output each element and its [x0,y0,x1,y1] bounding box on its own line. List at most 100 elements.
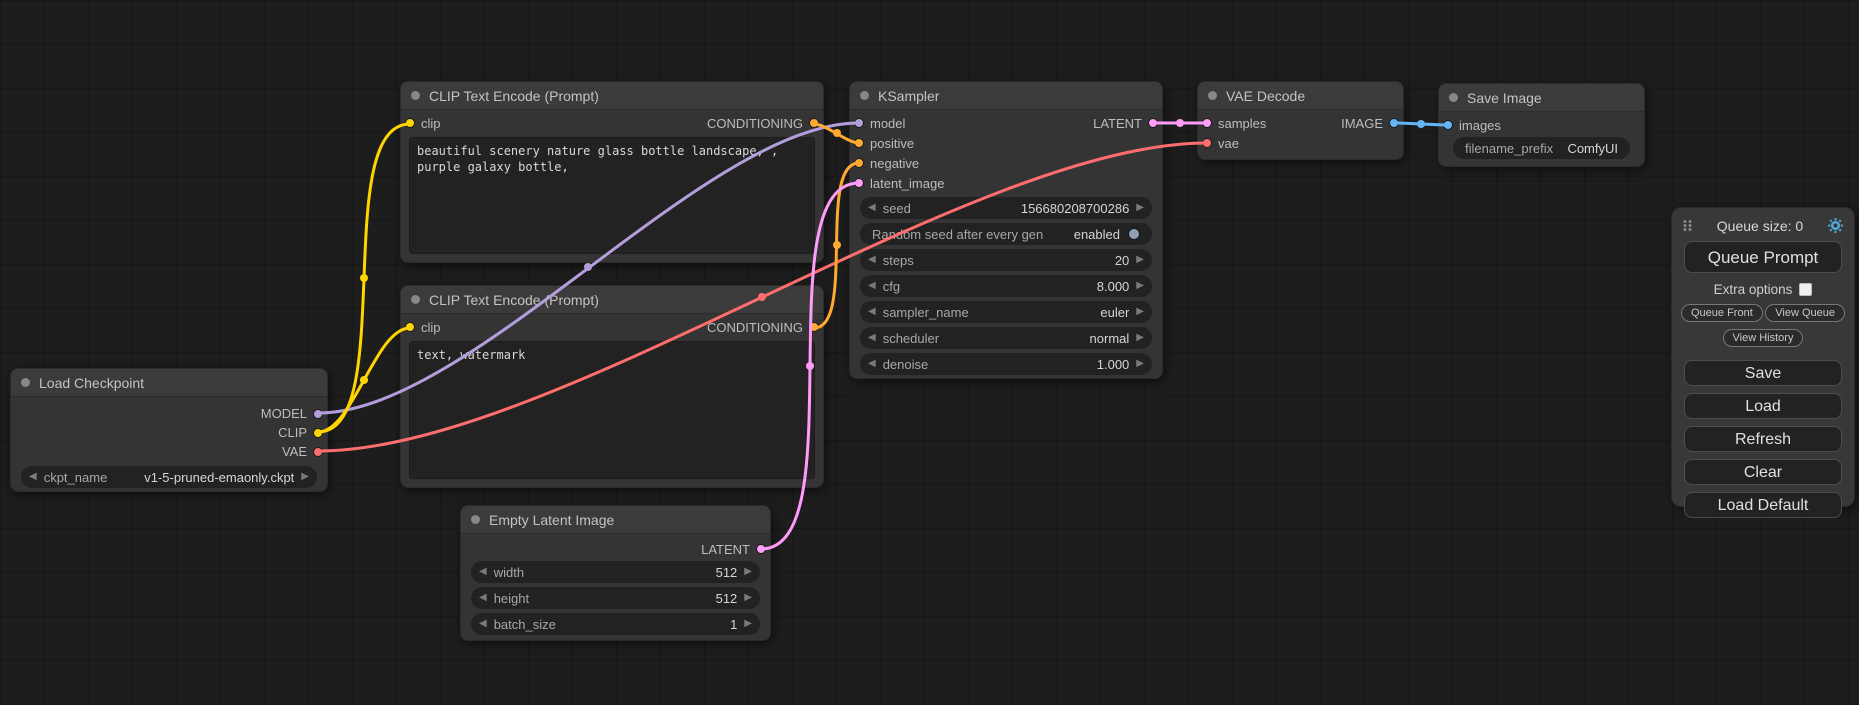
drag-handle-icon[interactable] [1682,218,1693,233]
collapse-dot-icon[interactable] [411,91,420,100]
refresh-button[interactable]: Refresh [1684,426,1842,452]
decrement-arrow-icon[interactable]: ◀ [868,255,876,265]
widget-filename-prefix[interactable]: filename_prefix ComfyUI [1453,137,1630,159]
widget-width[interactable]: ◀ width 512 ▶ [471,561,760,583]
input-slot-vae[interactable]: vae [1202,136,1239,151]
model-port-icon[interactable] [313,409,323,419]
collapse-dot-icon[interactable] [21,378,30,387]
load-default-button[interactable]: Load Default [1684,492,1842,518]
output-slot-conditioning[interactable]: CONDITIONING [707,320,819,335]
decrement-arrow-icon[interactable]: ◀ [29,472,37,482]
node-header[interactable]: KSampler [850,82,1162,110]
collapse-dot-icon[interactable] [1208,91,1217,100]
decrement-arrow-icon[interactable]: ◀ [479,567,487,577]
widget-scheduler[interactable]: ◀ scheduler normal ▶ [860,327,1152,349]
image-port-icon[interactable] [1443,120,1453,130]
decrement-arrow-icon[interactable]: ◀ [868,307,876,317]
increment-arrow-icon[interactable]: ▶ [1136,359,1144,369]
node-header[interactable]: CLIP Text Encode (Prompt) [401,82,823,110]
node-header[interactable]: Save Image [1439,84,1644,112]
latent-port-icon[interactable] [756,544,766,554]
node-clip-text-encode-negative[interactable]: CLIP Text Encode (Prompt) clip CONDITION… [400,285,824,488]
view-history-button[interactable]: View History [1723,329,1804,347]
clear-button[interactable]: Clear [1684,459,1842,485]
queue-prompt-button[interactable]: Queue Prompt [1684,241,1842,273]
queue-front-button[interactable]: Queue Front [1681,304,1763,322]
widget-sampler-name[interactable]: ◀ sampler_name euler ▶ [860,301,1152,323]
input-slot-positive[interactable]: positive [854,136,914,151]
decrement-arrow-icon[interactable]: ◀ [479,593,487,603]
clip-port-icon[interactable] [313,428,323,438]
conditioning-port-icon[interactable] [854,158,864,168]
clip-port-icon[interactable] [405,118,415,128]
increment-arrow-icon[interactable]: ▶ [1136,255,1144,265]
node-header[interactable]: CLIP Text Encode (Prompt) [401,286,823,314]
settings-gear-icon[interactable] [1827,217,1844,234]
conditioning-port-icon[interactable] [809,322,819,332]
widget-random-seed-toggle[interactable]: Random seed after every gen enabled [860,223,1152,245]
view-queue-button[interactable]: View Queue [1765,304,1845,322]
input-slot-clip[interactable]: clip [405,320,441,335]
toggle-dot-icon[interactable] [1128,228,1140,240]
latent-port-icon[interactable] [854,178,864,188]
node-save-image[interactable]: Save Image images filename_prefix ComfyU… [1438,83,1645,167]
output-slot-vae[interactable]: VAE [282,444,323,459]
increment-arrow-icon[interactable]: ▶ [1136,203,1144,213]
widget-denoise[interactable]: ◀ denoise 1.000 ▶ [860,353,1152,375]
node-clip-text-encode-positive[interactable]: CLIP Text Encode (Prompt) clip CONDITION… [400,81,824,263]
output-slot-latent[interactable]: LATENT [1093,116,1158,131]
node-empty-latent-image[interactable]: Empty Latent Image LATENT ◀ width 512 ▶ … [460,505,771,641]
input-slot-samples[interactable]: samples [1202,116,1266,131]
output-slot-conditioning[interactable]: CONDITIONING [707,116,819,131]
decrement-arrow-icon[interactable]: ◀ [868,333,876,343]
latent-port-icon[interactable] [1202,118,1212,128]
node-ksampler[interactable]: KSampler model LATENT positive negative [849,81,1163,379]
vae-port-icon[interactable] [1202,138,1212,148]
vae-port-icon[interactable] [313,447,323,457]
positive-prompt-textarea[interactable]: beautiful scenery nature glass bottle la… [409,137,815,254]
widget-height[interactable]: ◀ height 512 ▶ [471,587,760,609]
widget-seed[interactable]: ◀ seed 156680208700286 ▶ [860,197,1152,219]
widget-ckpt-name[interactable]: ◀ ckpt_name v1-5-pruned-emaonly.ckpt ▶ [21,466,317,488]
input-slot-latent-image[interactable]: latent_image [854,176,944,191]
extra-options-checkbox[interactable] [1799,283,1812,296]
collapse-dot-icon[interactable] [471,515,480,524]
conditioning-port-icon[interactable] [809,118,819,128]
decrement-arrow-icon[interactable]: ◀ [479,619,487,629]
output-slot-clip[interactable]: CLIP [278,425,323,440]
node-header[interactable]: Load Checkpoint [11,369,327,397]
image-port-icon[interactable] [1389,118,1399,128]
increment-arrow-icon[interactable]: ▶ [1136,281,1144,291]
widget-steps[interactable]: ◀ steps 20 ▶ [860,249,1152,271]
clip-port-icon[interactable] [405,322,415,332]
increment-arrow-icon[interactable]: ▶ [744,619,752,629]
decrement-arrow-icon[interactable]: ◀ [868,359,876,369]
widget-batch-size[interactable]: ◀ batch_size 1 ▶ [471,613,760,635]
input-slot-model[interactable]: model [854,116,905,131]
output-slot-model[interactable]: MODEL [261,406,323,421]
node-header[interactable]: Empty Latent Image [461,506,770,534]
conditioning-port-icon[interactable] [854,138,864,148]
collapse-dot-icon[interactable] [1449,93,1458,102]
input-slot-negative[interactable]: negative [854,156,919,171]
node-header[interactable]: VAE Decode [1198,82,1403,110]
latent-port-icon[interactable] [1148,118,1158,128]
collapse-dot-icon[interactable] [860,91,869,100]
decrement-arrow-icon[interactable]: ◀ [868,203,876,213]
increment-arrow-icon[interactable]: ▶ [744,567,752,577]
increment-arrow-icon[interactable]: ▶ [1136,307,1144,317]
input-slot-images[interactable]: images [1443,118,1501,133]
model-port-icon[interactable] [854,118,864,128]
node-vae-decode[interactable]: VAE Decode samples IMAGE vae [1197,81,1404,160]
decrement-arrow-icon[interactable]: ◀ [868,281,876,291]
output-slot-image[interactable]: IMAGE [1341,116,1399,131]
input-slot-clip[interactable]: clip [405,116,441,131]
widget-cfg[interactable]: ◀ cfg 8.000 ▶ [860,275,1152,297]
collapse-dot-icon[interactable] [411,295,420,304]
increment-arrow-icon[interactable]: ▶ [1136,333,1144,343]
load-button[interactable]: Load [1684,393,1842,419]
negative-prompt-textarea[interactable]: text, watermark [409,341,815,479]
increment-arrow-icon[interactable]: ▶ [301,472,309,482]
output-slot-latent[interactable]: LATENT [701,542,766,557]
save-button[interactable]: Save [1684,360,1842,386]
